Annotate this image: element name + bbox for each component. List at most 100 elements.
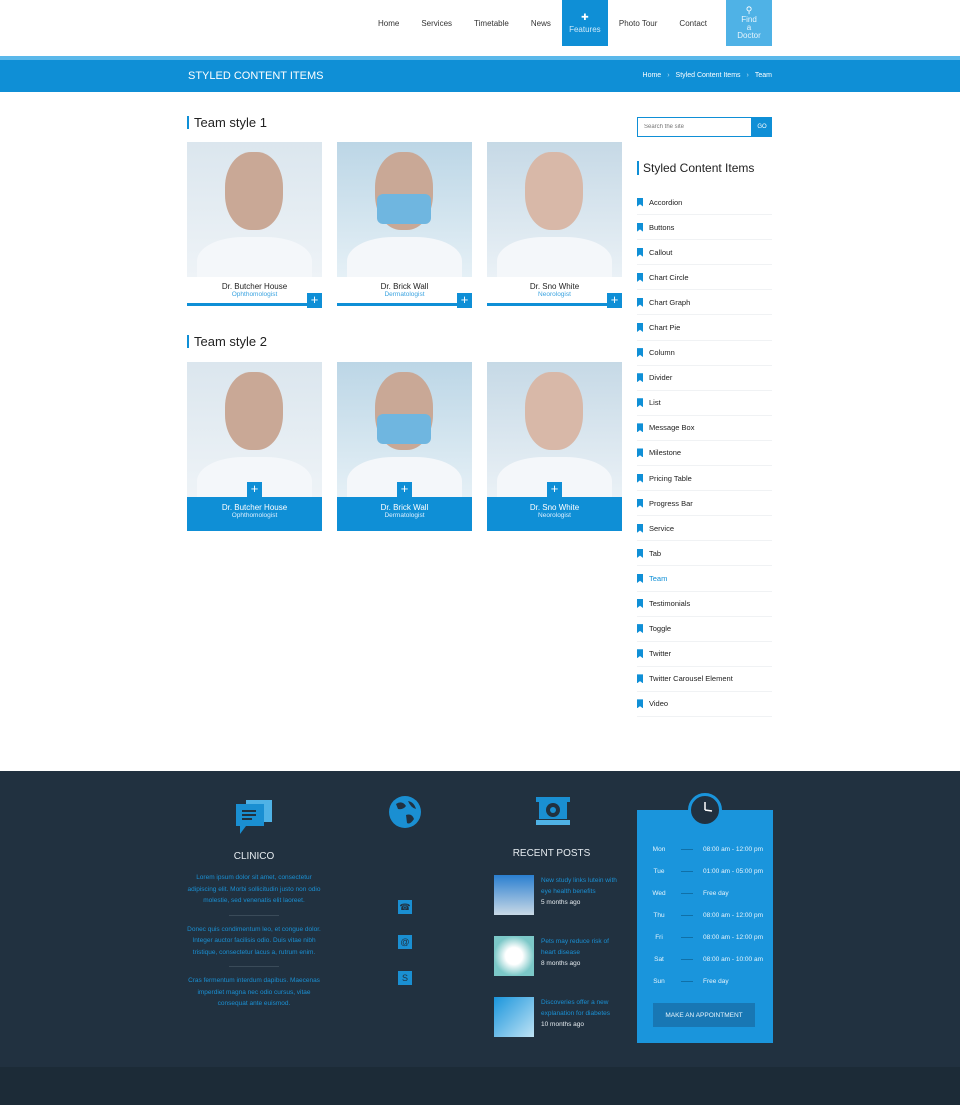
nav-features-label: Features: [569, 25, 601, 34]
breadcrumb-home[interactable]: Home: [643, 72, 662, 79]
find-label-2: a Doctor: [737, 23, 761, 40]
search-input[interactable]: [637, 117, 752, 137]
divider: [229, 966, 279, 967]
nav-services[interactable]: Services: [410, 0, 463, 46]
sidebar-item-label: Tab: [649, 548, 662, 558]
plus-icon[interactable]: +: [547, 482, 562, 497]
day: Thu: [653, 911, 665, 919]
chevron-right-icon: ›: [667, 72, 670, 79]
sidebar-item-label: Pricing Table: [649, 473, 692, 483]
bookmark-icon: [637, 348, 643, 358]
footer-bottom-bar: [0, 1067, 960, 1105]
email-icon[interactable]: @: [398, 935, 412, 949]
footer: [0, 771, 960, 1105]
sidebar-item[interactable]: Video: [637, 692, 772, 717]
sidebar-item[interactable]: Team: [637, 566, 772, 592]
nav-features[interactable]: ✚ Features: [561, 0, 608, 46]
plus-icon[interactable]: +: [607, 293, 622, 308]
about-paragraph: Cras fermentum interdum dapibus. Maecena…: [188, 977, 320, 1007]
globe-icon: [389, 796, 421, 828]
team-style-2-heading: Team style 2: [187, 335, 267, 348]
chat-icon: [236, 800, 272, 834]
day: Sat: [654, 955, 664, 963]
doctor-photo: [487, 362, 622, 497]
bookmark-icon: [637, 297, 643, 307]
sidebar-item[interactable]: Buttons: [637, 215, 772, 241]
post-title[interactable]: Discoveries offer a new explanation for …: [541, 997, 619, 1019]
doctor-name: Dr. Brick Wall: [380, 282, 429, 291]
sidebar-item-label: Chart Graph: [649, 297, 691, 307]
post-date: 8 months ago: [541, 960, 581, 967]
plus-icon[interactable]: +: [457, 293, 472, 308]
sidebar-item[interactable]: Chart Pie: [637, 315, 772, 341]
find-doctor-button[interactable]: ⚲ Find a Doctor: [726, 0, 772, 46]
sidebar-item[interactable]: Toggle: [637, 617, 772, 642]
card-underline: [337, 303, 472, 306]
bookmark-icon: [637, 498, 643, 508]
doctor-role: Ophthomologist: [231, 291, 278, 298]
sidebar-item[interactable]: Divider: [637, 366, 772, 391]
sidebar-item[interactable]: Column: [637, 341, 772, 366]
nav-timetable[interactable]: Timetable: [463, 0, 520, 46]
dash: [681, 892, 693, 894]
recent-post[interactable]: New study links lutein with eye health b…: [494, 875, 619, 915]
sidebar-item[interactable]: Milestone: [637, 441, 772, 467]
sidebar-item[interactable]: Twitter: [637, 642, 772, 667]
nav-photo-tour[interactable]: Photo Tour: [608, 0, 669, 46]
post-title[interactable]: Pets may reduce risk of heart disease: [541, 936, 619, 958]
card-underline: [187, 303, 322, 306]
sidebar-item[interactable]: Testimonials: [637, 592, 772, 617]
make-appointment-button[interactable]: MAKE AN APPOINTMENT: [653, 1003, 755, 1027]
hours-row: Fri 08:00 am - 12:00 pm: [637, 926, 773, 948]
plus-icon[interactable]: +: [247, 482, 262, 497]
camera-icon: [536, 797, 570, 825]
sidebar-item[interactable]: Twitter Carousel Element: [637, 667, 772, 692]
plus-icon[interactable]: +: [307, 293, 322, 308]
day: Sun: [653, 977, 665, 985]
sidebar-item[interactable]: Message Box: [637, 416, 772, 441]
nav-news[interactable]: News: [520, 0, 562, 46]
bookmark-icon: [637, 323, 643, 333]
sidebar-item[interactable]: Progress Bar: [637, 491, 772, 517]
skype-icon[interactable]: S: [398, 971, 412, 985]
doctor-photo: [337, 142, 472, 277]
sidebar-item[interactable]: Tab: [637, 541, 772, 567]
site-search: GO: [637, 117, 772, 137]
sidebar-item[interactable]: List: [637, 391, 772, 416]
sidebar-item[interactable]: Service: [637, 516, 772, 542]
doctor-photo: [487, 142, 622, 277]
sidebar-item[interactable]: Pricing Table: [637, 466, 772, 492]
recent-post[interactable]: Discoveries offer a new explanation for …: [494, 997, 619, 1037]
nav-contact[interactable]: Contact: [668, 0, 718, 46]
sidebar-item-label: Chart Pie: [649, 323, 681, 333]
sidebar-item[interactable]: Callout: [637, 240, 772, 266]
main-menu: Home Services Timetable News ✚ Features P…: [367, 0, 772, 46]
sidebar-item-label: Progress Bar: [649, 498, 693, 508]
sidebar-item-label: Twitter Carousel Element: [649, 674, 733, 684]
sidebar-item[interactable]: Accordion: [637, 190, 772, 216]
sidebar-item-label: Twitter: [649, 649, 672, 659]
sidebar-item[interactable]: Chart Graph: [637, 290, 772, 316]
sidebar-item-label: Toggle: [649, 624, 672, 634]
bookmark-icon: [637, 373, 643, 383]
doctor-name: Dr. Butcher House: [221, 503, 288, 512]
sidebar-item-label: Divider: [649, 373, 673, 383]
footer-about-title: CLINICO: [233, 851, 275, 862]
plus-icon[interactable]: +: [397, 482, 412, 497]
post-thumbnail: [494, 875, 534, 915]
nav-home[interactable]: Home: [367, 0, 410, 46]
sidebar-menu: Accordion Buttons Callout Chart Circle Chart…: [637, 190, 772, 717]
doctor-photo: [337, 362, 472, 497]
recent-post[interactable]: Pets may reduce risk of heart disease 8 m…: [494, 936, 619, 976]
breadcrumb-section[interactable]: Styled Content Items: [676, 72, 741, 79]
divider: [229, 914, 279, 916]
phone-icon[interactable]: ☎: [398, 900, 412, 914]
post-thumbnail: [494, 936, 534, 976]
page-title: STYLED CONTENT ITEMS: [188, 70, 324, 82]
sidebar-title: Styled Content Items: [637, 161, 754, 175]
post-title[interactable]: New study links lutein with eye health b…: [541, 875, 619, 897]
search-go-button[interactable]: GO: [752, 117, 772, 137]
doctor-role: Neorologist: [538, 291, 571, 298]
doctor-role: Ophthomologist: [231, 512, 278, 519]
sidebar-item[interactable]: Chart Circle: [637, 265, 772, 291]
